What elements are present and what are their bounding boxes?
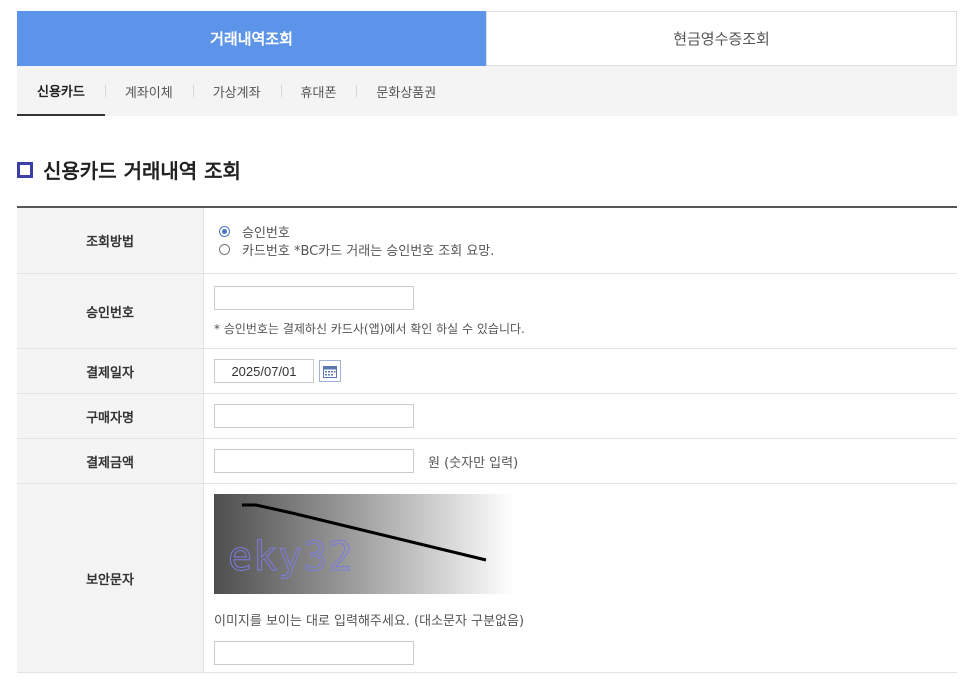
pay-date-label: 결제일자	[17, 349, 204, 393]
sub-tabs: 신용카드 계좌이체 가상계좌 휴대폰 문화상품권	[17, 66, 957, 116]
buyer-cell	[204, 394, 957, 438]
row-buyer: 구매자명	[17, 394, 957, 439]
radio-card-label: 카드번호 *BC카드 거래는 승인번호 조회 요망.	[242, 244, 495, 259]
subtab-bank-transfer[interactable]: 계좌이체	[104, 66, 193, 116]
captcha-input[interactable]	[214, 641, 414, 665]
section-header: 신용카드 거래내역 조회	[17, 155, 241, 184]
method-options: 승인번호 카드번호 *BC카드 거래는 승인번호 조회 요망.	[204, 208, 957, 273]
tab-transaction-history[interactable]: 거래내역조회	[17, 11, 486, 66]
radio-approval[interactable]	[219, 226, 230, 237]
row-pay-date: 결제일자 2025/07/01	[17, 349, 957, 394]
subtab-virtual-account[interactable]: 가상계좌	[192, 66, 281, 116]
approval-cell: * 승인번호는 결제하신 카드사(앱)에서 확인 하실 수 있습니다.	[204, 274, 957, 348]
amount-unit: 원 (숫자만 입력)	[428, 455, 519, 471]
pay-date-input[interactable]: 2025/07/01	[214, 359, 314, 383]
top-tabs: 거래내역조회 현금영수증조회	[17, 11, 957, 66]
square-bullet-icon	[17, 161, 33, 178]
page: 거래내역조회 현금영수증조회 신용카드 계좌이체 가상계좌 휴대폰 문화상품권 …	[0, 0, 967, 681]
security-label: 보안문자	[17, 484, 204, 672]
captcha-note: 이미지를 보이는 대로 입력해주세요. (대소문자 구분없음)	[214, 614, 525, 629]
subtab-culture-gift[interactable]: 문화상품권	[356, 66, 456, 116]
row-method: 조회방법 승인번호 카드번호 *BC카드 거래는 승인번호 조회 요망.	[17, 208, 957, 274]
radio-card[interactable]	[219, 244, 230, 255]
captcha-text: eky32	[228, 534, 353, 580]
approval-label: 승인번호	[17, 274, 204, 348]
subtab-credit-card[interactable]: 신용카드	[17, 66, 105, 116]
amount-cell: 원 (숫자만 입력)	[204, 439, 957, 483]
captcha-image: eky32	[214, 494, 514, 594]
date-picker: 2025/07/01	[214, 359, 947, 383]
approval-number-input[interactable]	[214, 285, 414, 310]
radio-approval-label: 승인번호	[242, 226, 290, 241]
row-approval: 승인번호 * 승인번호는 결제하신 카드사(앱)에서 확인 하실 수 있습니다.	[17, 274, 957, 349]
buyer-name-input[interactable]	[214, 404, 414, 428]
row-amount: 결제금액 원 (숫자만 입력)	[17, 439, 957, 484]
calendar-icon[interactable]	[319, 360, 341, 382]
buyer-label: 구매자명	[17, 394, 204, 438]
approval-note: * 승인번호는 결제하신 카드사(앱)에서 확인 하실 수 있습니다.	[214, 321, 525, 336]
row-security: 보안문자 eky32 이미지를 보이는 대로 입력해주세요. (대소문자 구분없…	[17, 484, 957, 673]
pay-date-cell: 2025/07/01	[204, 349, 957, 393]
amount-input[interactable]	[214, 449, 414, 473]
search-form: 조회방법 승인번호 카드번호 *BC카드 거래는 승인번호 조회 요망. 승인번…	[17, 206, 957, 673]
radio-approval-option[interactable]: 승인번호	[214, 223, 947, 241]
page-title: 신용카드 거래내역 조회	[43, 159, 241, 183]
security-cell: eky32 이미지를 보이는 대로 입력해주세요. (대소문자 구분없음)	[204, 484, 957, 672]
tab-cash-receipt[interactable]: 현금영수증조회	[486, 11, 957, 66]
radio-card-option[interactable]: 카드번호 *BC카드 거래는 승인번호 조회 요망.	[214, 241, 947, 259]
amount-label: 결제금액	[17, 439, 204, 483]
subtab-mobile[interactable]: 휴대폰	[280, 66, 357, 116]
method-label: 조회방법	[17, 208, 204, 273]
